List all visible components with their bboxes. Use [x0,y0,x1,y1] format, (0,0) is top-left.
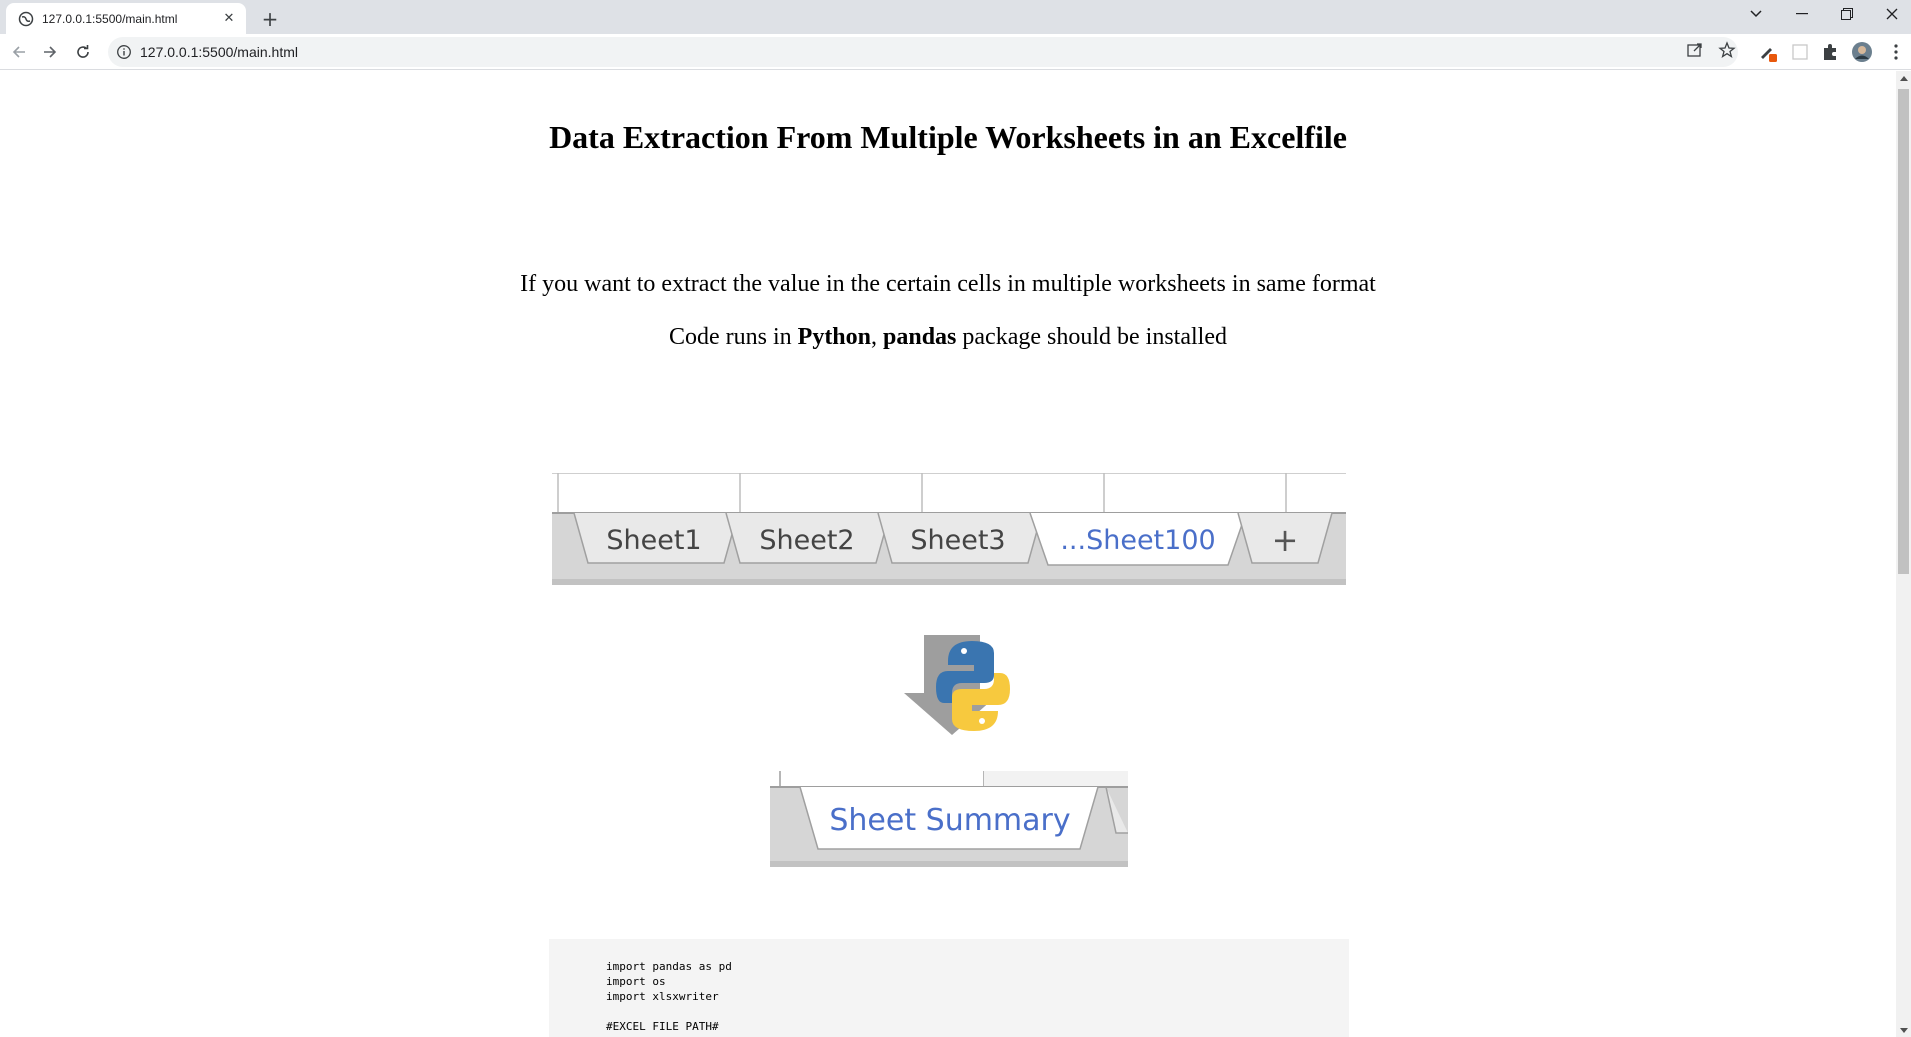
browser-tab[interactable]: 127.0.0.1:5500/main.html ✕ [6,3,246,34]
req-suffix: package should be installed [956,324,1227,350]
avatar[interactable] [1852,42,1872,62]
restore-icon[interactable] [1825,0,1869,28]
code-line: import pandas as pd [606,960,732,973]
req-prefix: Code runs in [668,324,798,350]
req-sep: , [871,324,884,350]
req-pandas: pandas [883,324,957,350]
extensions-puzzle-icon[interactable] [1820,42,1840,62]
excel-sheet-tabs-image: Sheet1 Sheet2 Sheet3 ...Sheet100 + [552,473,1346,585]
address-bar[interactable]: 127.0.0.1:5500/main.html [108,37,1738,67]
code-text: import pandas as pd import os import xls… [606,959,1349,1037]
globe-icon [18,11,34,26]
share-icon[interactable] [1686,41,1704,59]
req-python: Python [797,324,872,350]
sheet-tab-label: Sheet1 [606,525,701,556]
reload-icon[interactable] [70,39,96,65]
url-text: 127.0.0.1:5500/main.html [140,44,298,60]
tab-close-icon[interactable]: ✕ [220,10,238,28]
scroll-down-icon[interactable] [1896,1023,1911,1037]
scroll-up-icon[interactable] [1896,71,1911,85]
intro-text: If you want to extract the value in the … [520,271,1376,297]
scrollbar-thumb[interactable] [1898,89,1909,574]
sheet-tab-label: Sheet3 [910,525,1005,556]
site-info-icon[interactable] [116,44,132,60]
page-viewport: Data Extraction From Multiple Worksheets… [0,71,1896,1037]
vertical-scrollbar[interactable] [1896,71,1911,1037]
browser-tabstrip: 127.0.0.1:5500/main.html ✕ + [0,0,1911,34]
tab-title: 127.0.0.1:5500/main.html [42,11,178,26]
pen-extension-icon[interactable] [1758,42,1778,62]
code-line: import xlsxwriter [606,990,719,1003]
page-title: Data Extraction From Multiple Worksheets… [549,119,1347,155]
sheet-tab-label: Sheet2 [759,525,854,556]
code-line: #EXCEL FILE PATH# [606,1020,719,1033]
extension-placeholder-icon[interactable] [1790,42,1810,62]
code-block: import pandas as pd import os import xls… [549,939,1349,1037]
close-window-icon[interactable] [1870,0,1911,28]
sheet-tab-label-active: ...Sheet100 [1060,525,1215,556]
tab-search-icon[interactable] [1734,0,1778,28]
python-logo-icon [904,635,1010,735]
new-tab-button[interactable]: + [256,5,284,33]
add-sheet-icon: + [1272,521,1299,559]
forward-icon[interactable] [37,39,63,65]
back-icon[interactable] [6,39,32,65]
bookmark-star-icon[interactable] [1718,41,1736,59]
summary-sheet-tab-image: Sheet Summary [770,771,1128,867]
browser-toolbar: 127.0.0.1:5500/main.html [0,34,1911,70]
menu-kebab-icon[interactable] [1886,42,1906,62]
minimize-icon[interactable] [1780,0,1824,28]
summary-tab-label: Sheet Summary [829,803,1070,838]
requirements-text: Code runs in Python, pandas package shou… [0,324,1896,351]
code-line: import os [606,975,666,988]
